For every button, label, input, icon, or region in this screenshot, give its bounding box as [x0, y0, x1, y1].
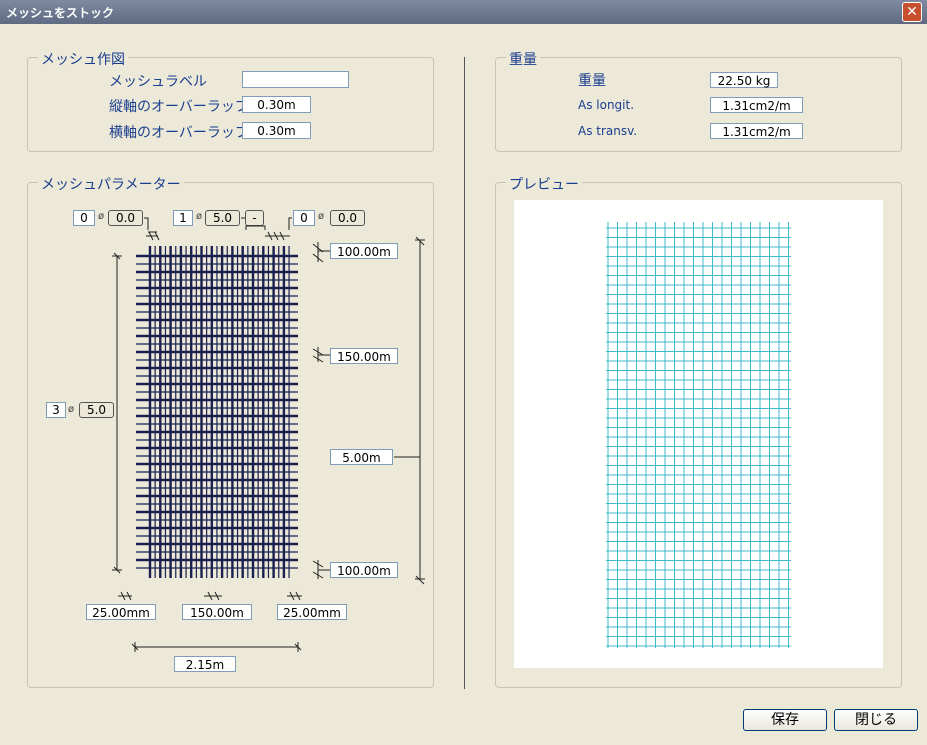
phi-symbol: ø	[318, 211, 325, 222]
weight-group: 重量	[495, 49, 902, 152]
top-right-diameter[interactable]: 0.0	[330, 210, 365, 226]
horizontal-overlap-caption: 横軸のオーバーラップ	[109, 125, 249, 141]
close-button[interactable]: 閉じる	[834, 709, 918, 731]
bottom-left-dimension[interactable]: 25.00mm	[86, 604, 156, 620]
top-right-count[interactable]: 0	[293, 210, 315, 226]
left-diameter[interactable]: 5.0	[79, 402, 114, 418]
bottom-right-dimension[interactable]: 25.00mm	[277, 604, 347, 620]
top-mid-minus-button[interactable]: -	[245, 210, 264, 226]
right-top-dimension[interactable]: 100.00m	[330, 243, 398, 259]
top-mid-count[interactable]: 1	[173, 210, 193, 226]
as-transv-value: 1.31cm2/m	[710, 123, 803, 139]
mesh-label-caption: メッシュラベル	[109, 74, 207, 90]
right-total-dimension[interactable]: 5.00m	[330, 449, 393, 465]
phi-symbol: ø	[68, 404, 75, 415]
as-longit-value: 1.31cm2/m	[710, 97, 803, 113]
mesh-params-legend: メッシュパラメーター	[38, 174, 184, 194]
phi-symbol: ø	[98, 211, 105, 222]
vertical-separator	[464, 57, 465, 689]
bottom-total-dimension[interactable]: 2.15m	[174, 656, 236, 672]
right-mid-dimension[interactable]: 150.00m	[330, 348, 398, 364]
top-mid-diameter[interactable]: 5.0	[205, 210, 240, 226]
mesh-label-input[interactable]	[242, 71, 349, 88]
title-bar: メッシュをストック ✕	[0, 0, 927, 24]
preview-mesh	[606, 222, 791, 648]
horizontal-overlap-input[interactable]: 0.30m	[242, 122, 311, 139]
preview-legend: プレビュー	[506, 174, 582, 194]
phi-symbol: ø	[196, 211, 203, 222]
weight-caption: 重量	[578, 73, 606, 89]
close-icon[interactable]: ✕	[902, 2, 922, 22]
bottom-mid-dimension[interactable]: 150.00m	[182, 604, 252, 620]
right-bottom-dimension[interactable]: 100.00m	[330, 562, 398, 578]
vertical-overlap-caption: 縦軸のオーバーラップ	[109, 99, 249, 115]
top-left-diameter[interactable]: 0.0	[108, 210, 143, 226]
weight-value: 22.50 kg	[710, 72, 778, 88]
mesh-drawing-legend: メッシュ作図	[38, 49, 128, 69]
left-count[interactable]: 3	[46, 402, 66, 418]
save-button[interactable]: 保存	[743, 709, 827, 731]
as-longit-caption: As longit.	[578, 98, 635, 112]
weight-legend: 重量	[506, 49, 540, 69]
top-left-count[interactable]: 0	[73, 210, 95, 226]
preview-canvas	[514, 200, 883, 668]
as-transv-caption: As transv.	[578, 124, 638, 138]
window-title: メッシュをストック	[6, 6, 115, 20]
vertical-overlap-input[interactable]: 0.30m	[242, 96, 311, 113]
